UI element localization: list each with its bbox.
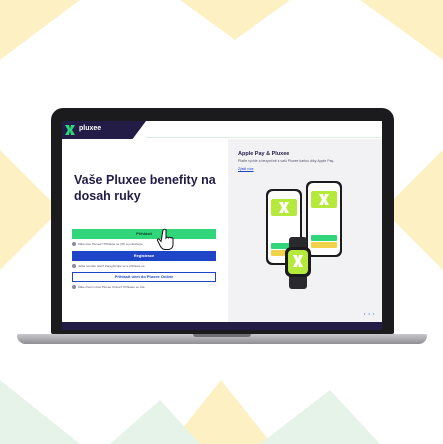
info-icon — [72, 285, 76, 290]
carousel-pager[interactable]: • • • — [364, 311, 375, 316]
brand-name: pluxee — [79, 125, 102, 132]
card-right — [311, 191, 337, 208]
login-panel: Vaše Pluxee benefity na dosah ruky Přihl… — [62, 139, 228, 322]
company-hint: Máte firemní účet Pluxee Online? Přihlas… — [72, 285, 222, 290]
page-title: Vaše Pluxee benefity na dosah ruky — [74, 173, 216, 203]
pluxee-watch-icon — [293, 255, 303, 267]
watch-screen — [288, 250, 308, 274]
promo-title: Apple Pay & Pluxee — [238, 151, 290, 157]
watch-band-bottom — [289, 275, 307, 289]
login-button[interactable]: Přihlásit — [72, 229, 216, 239]
register-hint-text: Ještě nemáte účet? Zaregistrujte se a př… — [78, 264, 146, 268]
hand-cursor-icon — [157, 228, 174, 250]
laptop-notch — [193, 334, 251, 337]
pluxee-logo-icon — [65, 125, 75, 135]
promo-panel: Apple Pay & Pluxee Plaťte rychle a bezpe… — [228, 139, 382, 322]
promo-link[interactable]: Zjistit více — [238, 167, 254, 171]
top-bar: pluxee — [62, 121, 382, 139]
info-icon — [72, 242, 76, 247]
pluxee-card-icon — [279, 202, 289, 213]
bottom-bar — [62, 322, 382, 330]
phone-right — [306, 181, 342, 257]
brand-logo[interactable]: pluxee — [62, 121, 146, 139]
info-icon — [72, 264, 76, 269]
company-hint-text: Máte firemní účet Pluxee Online? Přihlas… — [78, 285, 146, 289]
login-hint-text: Máte účet Pluxee? Přihlaste se (ID) a po… — [78, 242, 144, 246]
register-button[interactable]: Registrace — [72, 251, 216, 261]
promo-subtitle: Plaťte rychle a bezpečně s vaší Pluxee k… — [238, 159, 334, 163]
login-hint: Máte účet Pluxee? Přihlaste se (ID) a po… — [72, 242, 222, 247]
pluxee-card-icon — [319, 194, 329, 205]
laptop-screen: pluxee Vaše Pluxee benefity na dosah ruk… — [62, 121, 382, 330]
header-divider — [146, 137, 382, 138]
card-left — [271, 199, 297, 216]
company-login-button[interactable]: Přihlásit účet do Pluxee Online — [72, 272, 216, 282]
register-hint: Ještě nemáte účet? Zaregistrujte se a př… — [72, 264, 222, 269]
